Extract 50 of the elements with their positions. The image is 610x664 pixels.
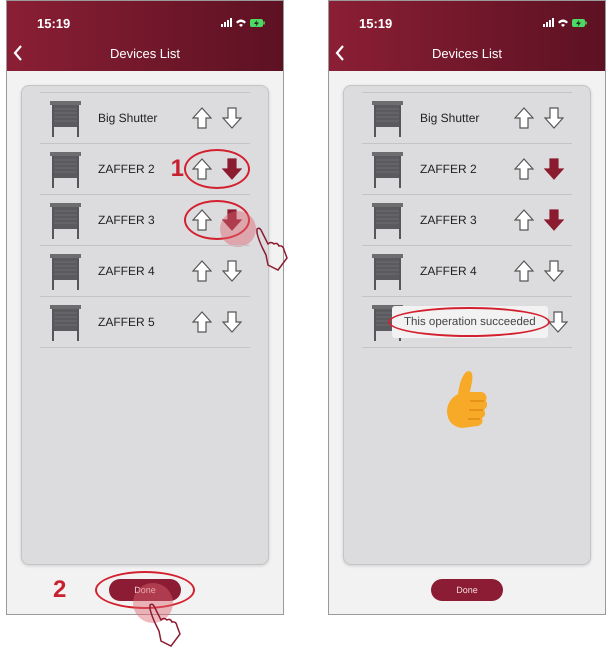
down-arrow-button[interactable] xyxy=(548,311,568,333)
up-arrow-button[interactable] xyxy=(514,107,534,129)
up-arrow-button[interactable] xyxy=(192,260,212,282)
shutter-icon xyxy=(48,99,82,137)
shutter-icon xyxy=(370,150,404,188)
device-name: ZAFFER 2 xyxy=(420,162,478,176)
up-arrow-button[interactable] xyxy=(192,209,212,231)
down-arrow-button-active[interactable] xyxy=(544,158,564,180)
step-number: 2 xyxy=(53,576,66,604)
down-arrow-button[interactable] xyxy=(222,107,242,129)
down-arrow-button[interactable] xyxy=(544,107,564,129)
device-name: ZAFFER 5 xyxy=(98,315,156,329)
down-arrow-button-active[interactable] xyxy=(544,209,564,231)
hand-pointer-icon xyxy=(147,602,183,646)
up-arrow-button[interactable] xyxy=(192,158,212,180)
down-arrow-button-active[interactable] xyxy=(222,209,242,231)
down-arrow-button[interactable] xyxy=(544,260,564,282)
status-time: 15:19 xyxy=(37,16,70,30)
up-arrow-button[interactable] xyxy=(514,209,534,231)
down-arrow-button[interactable] xyxy=(222,311,242,333)
status-time: 15:19 xyxy=(359,16,392,30)
shutter-icon xyxy=(48,150,82,188)
device-name: Big Shutter xyxy=(420,111,480,125)
device-name: ZAFFER 4 xyxy=(420,264,478,278)
shutter-icon xyxy=(370,99,404,137)
down-arrow-button[interactable] xyxy=(222,260,242,282)
device-name: ZAFFER 4 xyxy=(98,264,156,278)
up-arrow-button[interactable] xyxy=(514,158,534,180)
status-icons xyxy=(221,17,265,29)
step-number: 1 xyxy=(170,155,184,183)
device-name: ZAFFER 3 xyxy=(98,213,156,227)
up-arrow-button[interactable] xyxy=(514,260,534,282)
shutter-icon xyxy=(48,252,82,290)
device-name: Big Shutter xyxy=(98,111,158,125)
screen-title: Devices List xyxy=(432,46,502,60)
down-arrow-button-active[interactable] xyxy=(222,158,242,180)
device-name: ZAFFER 2 xyxy=(98,162,156,176)
shutter-icon xyxy=(48,201,82,239)
done-button[interactable]: Done xyxy=(431,578,503,600)
up-arrow-button[interactable] xyxy=(192,311,212,333)
status-icons xyxy=(543,17,587,29)
hand-pointer-icon xyxy=(254,227,290,271)
shutter-icon xyxy=(370,252,404,290)
back-icon[interactable] xyxy=(335,45,345,61)
shutter-icon xyxy=(48,303,82,341)
device-name: ZAFFER 3 xyxy=(420,213,478,227)
back-icon[interactable] xyxy=(13,45,23,61)
up-arrow-button[interactable] xyxy=(192,107,212,129)
shutter-icon xyxy=(370,201,404,239)
screen-title: Devices List xyxy=(110,46,180,60)
